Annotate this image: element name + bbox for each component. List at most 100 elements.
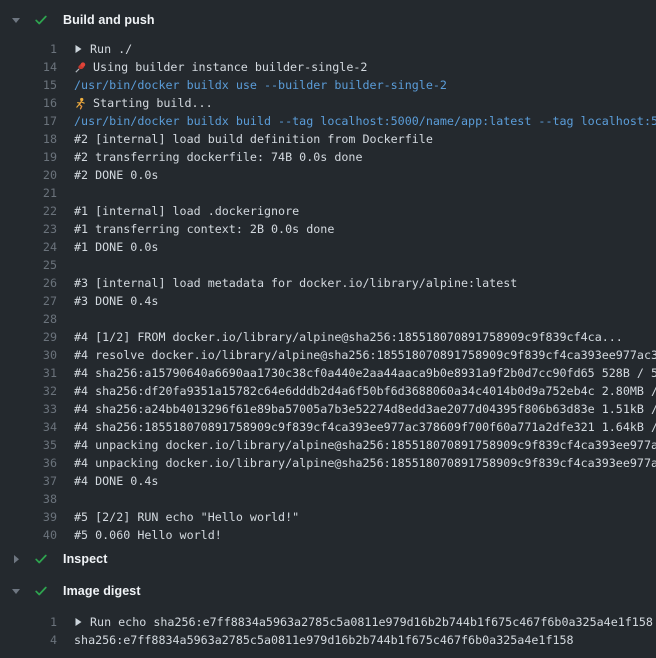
line-number[interactable]: 26	[0, 274, 57, 292]
log-line: 28	[0, 310, 656, 328]
section-title: Inspect	[63, 552, 107, 566]
log-text: #3 DONE 0.4s	[57, 292, 158, 310]
log-line: 27#3 DONE 0.4s	[0, 292, 656, 310]
log-line: 30 #4 resolve docker.io/library/alpine@sh…	[0, 346, 656, 364]
section-title: Image digest	[63, 584, 141, 598]
line-number[interactable]: 20	[0, 166, 57, 184]
log-line: 29#4 [1/2] FROM docker.io/library/alpine…	[0, 328, 656, 346]
chevron-down-icon	[10, 586, 22, 596]
log-line: 18 #2 [internal] load build definition fr…	[0, 130, 656, 148]
log-line: 24 #1 DONE 0.0s	[0, 238, 656, 256]
log-text-content: #4 resolve docker.io/library/alpine@sha2…	[74, 346, 656, 364]
log-text-content: #4 unpacking docker.io/library/alpine@sh…	[74, 454, 656, 472]
log-line: 37 #4 DONE 0.4s	[0, 472, 656, 490]
log-text-content: #2 [internal] load build definition from…	[74, 130, 433, 148]
log-text: #2 transferring dockerfile: 74B 0.0s don…	[57, 148, 363, 166]
line-number[interactable]: 1	[0, 40, 57, 58]
line-number[interactable]: 23	[0, 220, 57, 238]
section-header-build-and-push[interactable]: Build and push	[0, 10, 656, 30]
check-icon	[34, 552, 48, 566]
log-text-content: Run ./	[90, 40, 132, 58]
run-group-toggle[interactable]: Run echo sha256:e7ff8834a5963a2785c5a081…	[57, 613, 653, 631]
log-text-content: #4 sha256:a24bb4013296f61e89ba57005a7b3e…	[74, 400, 656, 418]
line-number[interactable]: 29	[0, 328, 57, 346]
play-icon	[74, 617, 90, 627]
log-line: 1 Run echo sha256:e7ff8834a5963a2785c5a08…	[0, 613, 656, 631]
log-line: 36 #4 unpacking docker.io/library/alpine@…	[0, 454, 656, 472]
log-text: #4 sha256:df20fa9351a15782c64e6dddb2d4a6…	[57, 382, 656, 400]
line-number[interactable]: 25	[0, 256, 57, 274]
check-icon	[34, 584, 48, 598]
line-number[interactable]: 38	[0, 490, 57, 508]
line-number[interactable]: 31	[0, 364, 57, 382]
line-number[interactable]: 30	[0, 346, 57, 364]
log-line: 22 #1 [internal] load .dockerignore	[0, 202, 656, 220]
log-text: #5 0.060 Hello world!	[57, 526, 222, 544]
log-text-content: #1 [internal] load .dockerignore	[74, 202, 299, 220]
log-line: 35#4 unpacking docker.io/library/alpine@…	[0, 436, 656, 454]
line-number[interactable]: 22	[0, 202, 57, 220]
log-lines-image-digest: 1 Run echo sha256:e7ff8834a5963a2785c5a08…	[0, 613, 656, 649]
line-number[interactable]: 32	[0, 382, 57, 400]
line-number[interactable]: 40	[0, 526, 57, 544]
log-text-content: #4 sha256:185518070891758909c9f839cf4ca3…	[74, 418, 656, 436]
section-header-inspect[interactable]: Inspect	[0, 549, 656, 569]
line-number[interactable]: 24	[0, 238, 57, 256]
log-line: 4 sha256:e7ff8834a5963a2785c5a0811e979d16…	[0, 631, 656, 649]
log-text: #4 sha256:185518070891758909c9f839cf4ca3…	[57, 418, 656, 436]
line-number[interactable]: 18	[0, 130, 57, 148]
log-text: #1 DONE 0.0s	[57, 238, 158, 256]
log-text-content: #4 sha256:a15790640a6690aa1730c38cf0a440…	[74, 364, 656, 382]
line-number[interactable]: 33	[0, 400, 57, 418]
line-number[interactable]: 14	[0, 58, 57, 76]
log-text: #1 [internal] load .dockerignore	[57, 202, 299, 220]
log-text-content: /usr/bin/docker buildx use --builder bui…	[74, 76, 447, 94]
check-icon	[34, 13, 48, 27]
log-text: #4 unpacking docker.io/library/alpine@sh…	[57, 436, 656, 454]
log-line: 19#2 transferring dockerfile: 74B 0.0s d…	[0, 148, 656, 166]
line-number[interactable]: 39	[0, 508, 57, 526]
line-number[interactable]: 1	[0, 613, 57, 631]
log-line: 21	[0, 184, 656, 202]
log-text: Using builder instance builder-single-2	[57, 58, 367, 76]
line-number[interactable]: 35	[0, 436, 57, 454]
log-text-content: #1 transferring context: 2B 0.0s done	[74, 220, 334, 238]
chevron-right-icon	[10, 554, 22, 564]
line-number[interactable]: 19	[0, 148, 57, 166]
line-number[interactable]: 4	[0, 631, 57, 649]
run-group-toggle[interactable]: Run ./	[57, 40, 132, 58]
log-lines-build-and-push: 1 Run ./ 14Using builder instance builder-…	[0, 40, 656, 544]
log-text-content: Run echo sha256:e7ff8834a5963a2785c5a081…	[90, 613, 653, 631]
log-text: #4 DONE 0.4s	[57, 472, 158, 490]
log-text: #2 DONE 0.0s	[57, 166, 158, 184]
line-number[interactable]: 28	[0, 310, 57, 328]
chevron-down-icon	[10, 15, 22, 25]
line-number[interactable]: 34	[0, 418, 57, 436]
log-line: 33 #4 sha256:a24bb4013296f61e89ba57005a7b…	[0, 400, 656, 418]
line-number[interactable]: 15	[0, 76, 57, 94]
play-icon	[74, 44, 90, 54]
line-number[interactable]: 17	[0, 112, 57, 130]
log-text: #1 transferring context: 2B 0.0s done	[57, 220, 334, 238]
line-number[interactable]: 21	[0, 184, 57, 202]
log-text-content: sha256:e7ff8834a5963a2785c5a0811e979d16b…	[74, 631, 574, 649]
log-text-content: /usr/bin/docker buildx build --tag local…	[74, 112, 656, 130]
log-text: #2 [internal] load build definition from…	[57, 130, 433, 148]
log-line: 38	[0, 490, 656, 508]
log-text-content: #1 DONE 0.0s	[74, 238, 158, 256]
workflow-log-viewer: Build and push1Run ./14Using builder ins…	[0, 0, 656, 658]
log-text: #4 sha256:a24bb4013296f61e89ba57005a7b3e…	[57, 400, 656, 418]
log-text-content: #4 DONE 0.4s	[74, 472, 158, 490]
line-number[interactable]: 36	[0, 454, 57, 472]
log-text: #4 sha256:a15790640a6690aa1730c38cf0a440…	[57, 364, 656, 382]
log-line: 26#3 [internal] load metadata for docker…	[0, 274, 656, 292]
log-text: #4 resolve docker.io/library/alpine@sha2…	[57, 346, 656, 364]
line-number[interactable]: 37	[0, 472, 57, 490]
log-line: 16Starting build...	[0, 94, 656, 112]
section-header-image-digest[interactable]: Image digest	[0, 581, 656, 601]
line-number[interactable]: 16	[0, 94, 57, 112]
line-number[interactable]: 27	[0, 292, 57, 310]
log-line: 17/usr/bin/docker buildx build --tag loc…	[0, 112, 656, 130]
log-text-content: #5 [2/2] RUN echo "Hello world!"	[74, 508, 299, 526]
log-line: 20#2 DONE 0.0s	[0, 166, 656, 184]
